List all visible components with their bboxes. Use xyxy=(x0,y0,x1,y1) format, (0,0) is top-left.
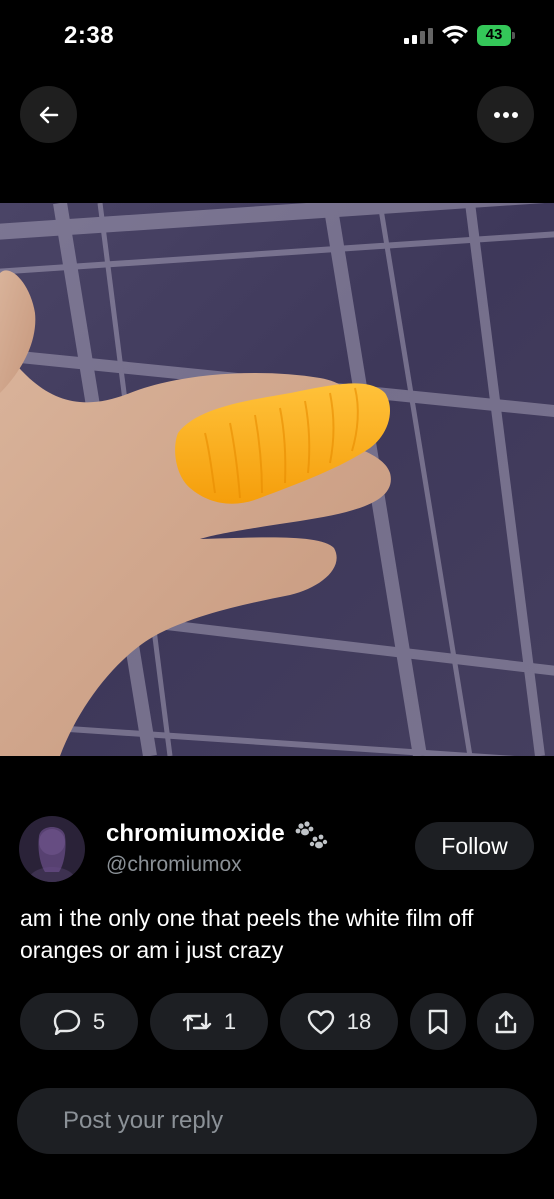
reply-icon xyxy=(53,1009,81,1035)
bookmark-button[interactable] xyxy=(410,993,466,1050)
more-icon xyxy=(493,111,518,118)
share-icon xyxy=(495,1010,516,1033)
display-name[interactable]: chromiumoxide xyxy=(106,820,285,848)
post-text: am i the only one that peels the white f… xyxy=(20,905,474,963)
back-button[interactable] xyxy=(20,86,77,143)
bookmark-icon xyxy=(428,1009,448,1034)
status-time: 2:38 xyxy=(64,22,115,49)
avatar[interactable] xyxy=(19,816,85,882)
repost-icon xyxy=(182,1012,212,1031)
reply-button[interactable]: 5 xyxy=(20,993,138,1050)
more-options-button[interactable] xyxy=(477,86,534,143)
back-arrow-icon xyxy=(39,106,58,123)
reply-count: 5 xyxy=(92,1008,106,1034)
signal-icon xyxy=(404,28,433,44)
user-handle[interactable]: @chromiumox xyxy=(106,853,242,877)
like-button[interactable]: 18 xyxy=(280,993,398,1050)
repost-count: 1 xyxy=(223,1008,237,1034)
post-author: chromiumoxide @chromiumox Follow xyxy=(0,812,554,887)
wifi-icon xyxy=(442,25,468,44)
share-button[interactable] xyxy=(477,993,534,1050)
status-bar: 2:38 43 xyxy=(0,0,554,70)
follow-button[interactable]: Follow xyxy=(415,822,534,870)
post-photo[interactable] xyxy=(0,203,554,756)
photo-content xyxy=(0,203,554,756)
battery-level: 43 xyxy=(485,26,503,43)
like-icon xyxy=(307,1009,334,1034)
like-count: 18 xyxy=(346,1008,372,1034)
reply-input[interactable]: Post your reply xyxy=(17,1088,537,1154)
paw-icon xyxy=(295,821,328,849)
battery-icon: 43 xyxy=(477,25,517,46)
repost-button[interactable]: 1 xyxy=(150,993,268,1050)
